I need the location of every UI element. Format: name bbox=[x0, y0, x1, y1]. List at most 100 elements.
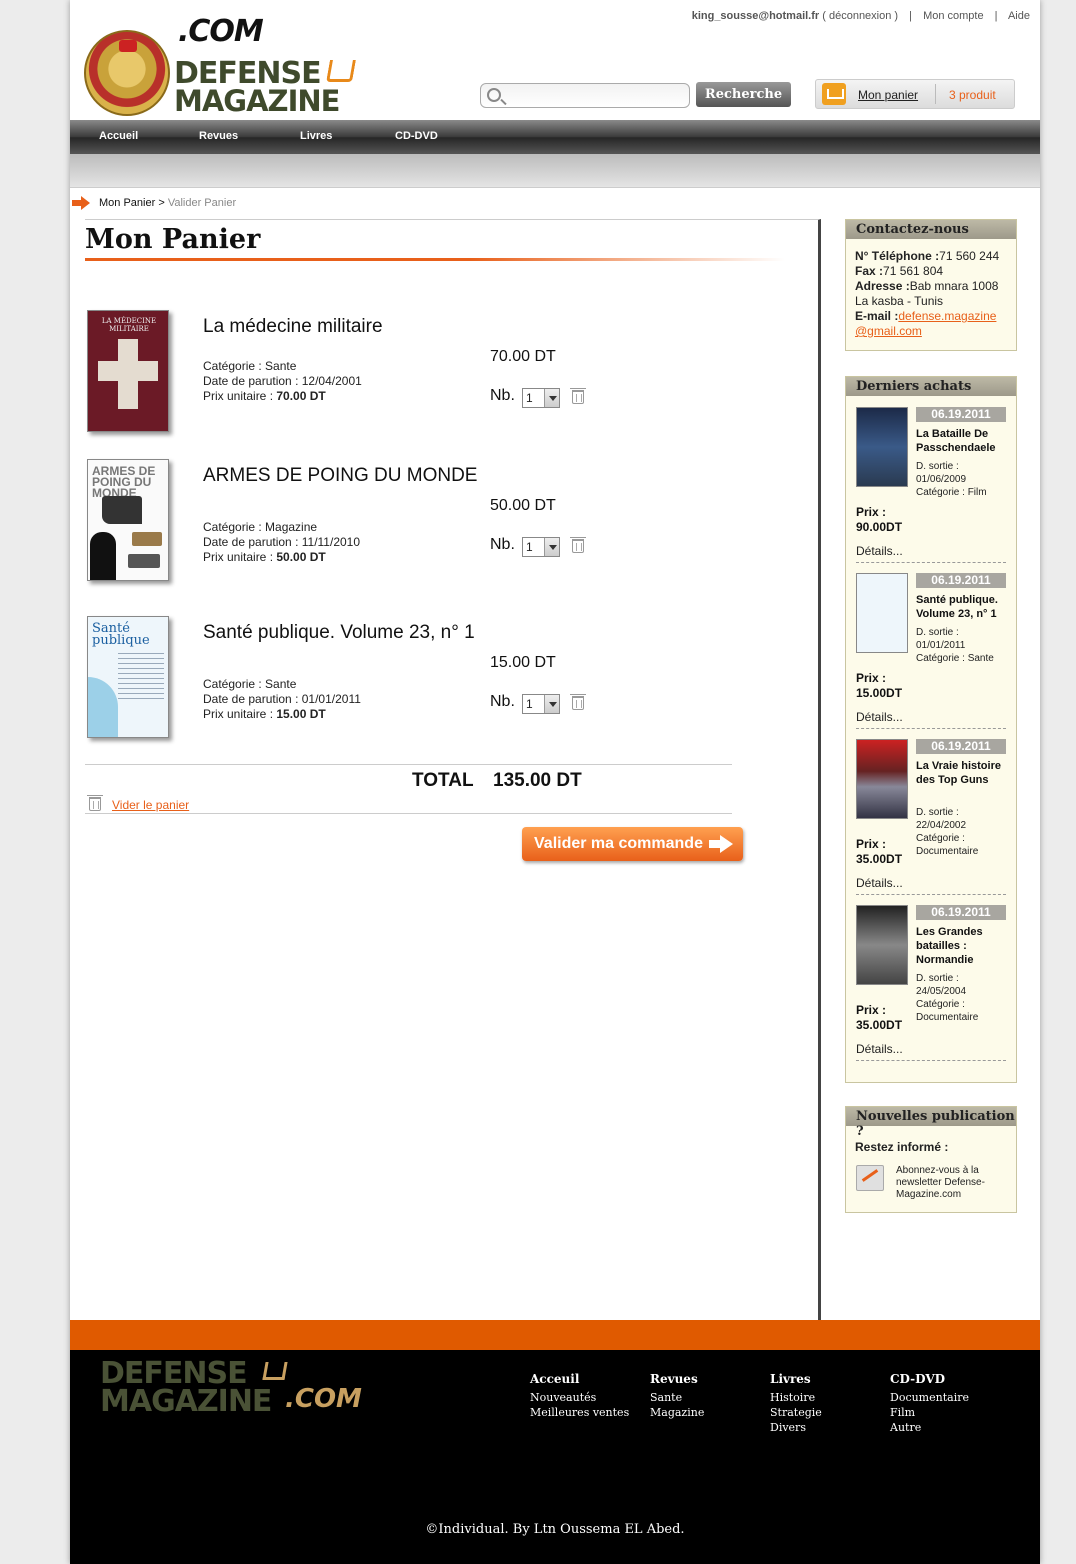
cart-widget[interactable]: Mon panier 3 produit bbox=[815, 79, 1015, 109]
item-title[interactable]: Santé publique. Volume 23, n° 1 bbox=[203, 620, 503, 645]
footer-link[interactable]: Autre bbox=[890, 1420, 969, 1435]
footer-heading[interactable]: Acceuil bbox=[530, 1372, 629, 1386]
recent-purchase-item: 06.19.2011 Santé publique. Volume 23, n°… bbox=[856, 573, 1006, 729]
chevron-down-icon[interactable] bbox=[544, 695, 559, 713]
footer-logo-magazine[interactable]: MAGAZINE bbox=[100, 1384, 272, 1419]
logout-link[interactable]: ( déconnexion ) bbox=[822, 10, 898, 22]
details-link[interactable]: Détails... bbox=[856, 876, 903, 890]
chevron-down-icon[interactable] bbox=[544, 389, 559, 407]
product-thumbnail[interactable] bbox=[856, 905, 908, 985]
contact-email: E-mail :defense.magazine@gmail.com bbox=[855, 309, 1007, 339]
details-link[interactable]: Détails... bbox=[856, 544, 903, 558]
item-category: Catégorie : Sante bbox=[203, 677, 297, 691]
recent-purchase-item: 06.19.2011 Les Grandes batailles : Norma… bbox=[856, 905, 1006, 1061]
footer-link[interactable]: Histoire bbox=[770, 1390, 822, 1405]
page: .COM DEFENSE MAGAZINE king_sousse@hotmai… bbox=[70, 0, 1040, 1564]
item-price: 70.00 DT bbox=[490, 348, 556, 365]
validate-order-button[interactable]: Valider ma commande bbox=[522, 827, 743, 861]
details-link[interactable]: Détails... bbox=[856, 1042, 903, 1056]
item-category: Catégorie : Magazine bbox=[203, 520, 318, 534]
release-label: D. sortie : bbox=[916, 973, 959, 984]
purchase-category: Catégorie : Documentaire bbox=[916, 999, 979, 1023]
nav-revues[interactable]: Revues bbox=[199, 130, 238, 142]
newsletter-panel: Nouvelles publication ? Restez informé :… bbox=[845, 1106, 1017, 1213]
trash-icon[interactable] bbox=[87, 795, 103, 811]
panel-title: Nouvelles publication ? bbox=[846, 1107, 1016, 1139]
purchase-price: 90.00DT bbox=[856, 520, 903, 534]
footer-link[interactable]: Sante bbox=[650, 1390, 704, 1405]
breadcrumb: Mon Panier > Valider Panier bbox=[99, 197, 236, 209]
item-unit-price: Prix unitaire : 15.00 DT bbox=[203, 707, 326, 722]
item-title[interactable]: ARMES DE POING DU MONDE bbox=[203, 463, 503, 488]
empty-cart-link[interactable]: Vider le panier bbox=[112, 798, 189, 812]
footer-link[interactable]: Film bbox=[890, 1405, 969, 1420]
footer-heading[interactable]: CD-DVD bbox=[890, 1372, 969, 1386]
recent-purchases-panel: Derniers achats 06.19.2011 La Bataille D… bbox=[845, 376, 1017, 1083]
product-cover-image[interactable]: LA MÉDECINE MILITAIRE bbox=[87, 310, 169, 432]
cart-count[interactable]: 3 produit bbox=[949, 88, 996, 102]
cart-item: ARMES DE POING DU MONDE ARMES DE POING D… bbox=[87, 459, 767, 589]
breadcrumb-root[interactable]: Mon Panier bbox=[99, 197, 155, 209]
product-cover-image[interactable]: Santé publique bbox=[87, 616, 169, 738]
breadcrumb-sep: > bbox=[158, 197, 165, 209]
product-thumbnail[interactable] bbox=[856, 739, 908, 819]
trash-icon[interactable] bbox=[570, 388, 586, 404]
purchase-date: 06.19.2011 bbox=[916, 905, 1006, 920]
recent-purchase-item: 06.19.2011 La Vraie histoire des Top Gun… bbox=[856, 739, 1006, 895]
footer-link[interactable]: Divers bbox=[770, 1420, 822, 1435]
user-email: king_sousse@hotmail.fr bbox=[691, 10, 820, 22]
footer-link[interactable]: Meilleures ventes bbox=[530, 1405, 629, 1420]
trash-icon[interactable] bbox=[570, 537, 586, 553]
logo-emblem-icon[interactable] bbox=[84, 30, 170, 116]
contact-panel: Contactez-nous N° Téléphone :71 560 244 … bbox=[845, 219, 1017, 351]
newsletter-icon[interactable] bbox=[856, 1165, 884, 1191]
header: .COM DEFENSE MAGAZINE king_sousse@hotmai… bbox=[70, 0, 1040, 120]
help-link[interactable]: Aide bbox=[1008, 10, 1030, 22]
trash-icon[interactable] bbox=[570, 694, 586, 710]
item-category: Catégorie : Sante bbox=[203, 359, 297, 373]
chevron-down-icon[interactable] bbox=[544, 538, 559, 556]
footer-logo-com[interactable]: .COM bbox=[285, 1384, 362, 1414]
cover-title: ARMES DE POING DU MONDE bbox=[92, 464, 156, 500]
search-input[interactable] bbox=[509, 86, 685, 105]
total-value: 135.00 DT bbox=[493, 770, 582, 791]
price-label: Prix : bbox=[856, 1003, 887, 1017]
copyright: ©Individual. By Ltn Oussema EL Abed. bbox=[425, 1522, 685, 1537]
footer-link[interactable]: Nouveautés bbox=[530, 1390, 629, 1405]
logo-com[interactable]: .COM bbox=[178, 14, 264, 49]
purchase-title[interactable]: La Vraie histoire des Top Guns bbox=[916, 759, 1008, 787]
nav-accueil[interactable]: Accueil bbox=[99, 130, 138, 142]
item-title[interactable]: La médecine militaire bbox=[203, 314, 503, 339]
cart-link[interactable]: Mon panier bbox=[858, 88, 918, 102]
quantity-select[interactable]: 1 bbox=[522, 388, 560, 408]
nav-livres[interactable]: Livres bbox=[300, 130, 332, 142]
nav-cd-dvd[interactable]: CD-DVD bbox=[395, 130, 438, 142]
footer-heading[interactable]: Livres bbox=[770, 1372, 822, 1386]
search-button[interactable]: Recherche bbox=[696, 82, 791, 107]
purchase-title[interactable]: Santé publique. Volume 23, n° 1 bbox=[916, 593, 1008, 621]
footer-heading[interactable]: Revues bbox=[650, 1372, 704, 1386]
details-link[interactable]: Détails... bbox=[856, 710, 903, 724]
purchase-title[interactable]: Les Grandes batailles : Normandie bbox=[916, 925, 1008, 967]
contact-address: Adresse :Bab mnara 1008 bbox=[855, 279, 1007, 294]
product-cover-image[interactable]: ARMES DE POING DU MONDE bbox=[87, 459, 169, 581]
search-icon bbox=[487, 88, 501, 102]
product-thumbnail[interactable] bbox=[856, 573, 908, 653]
quantity-select[interactable]: 1 bbox=[522, 537, 560, 557]
unit-price-value: 15.00 DT bbox=[276, 707, 326, 721]
item-unit-price: Prix unitaire : 50.00 DT bbox=[203, 550, 326, 565]
newsletter-text[interactable]: Abonnez-vous à la newsletter Defense-Mag… bbox=[896, 1165, 1008, 1201]
separator: | bbox=[994, 10, 998, 22]
address-value: Bab mnara 1008 bbox=[909, 279, 999, 293]
footer-link[interactable]: Documentaire bbox=[890, 1390, 969, 1405]
account-link[interactable]: Mon compte bbox=[923, 10, 984, 22]
product-thumbnail[interactable] bbox=[856, 407, 908, 487]
quantity-select[interactable]: 1 bbox=[522, 694, 560, 714]
footer-link[interactable]: Magazine bbox=[650, 1405, 704, 1420]
footer-link[interactable]: Strategie bbox=[770, 1405, 822, 1420]
fax-value: 71 561 804 bbox=[883, 264, 944, 278]
item-date: Date de parution : 01/01/2011 bbox=[203, 692, 361, 706]
logo-cart-icon bbox=[326, 60, 356, 82]
purchase-title[interactable]: La Bataille De Passchendaele bbox=[916, 427, 1008, 455]
logo-text-magazine[interactable]: MAGAZINE bbox=[174, 84, 340, 118]
